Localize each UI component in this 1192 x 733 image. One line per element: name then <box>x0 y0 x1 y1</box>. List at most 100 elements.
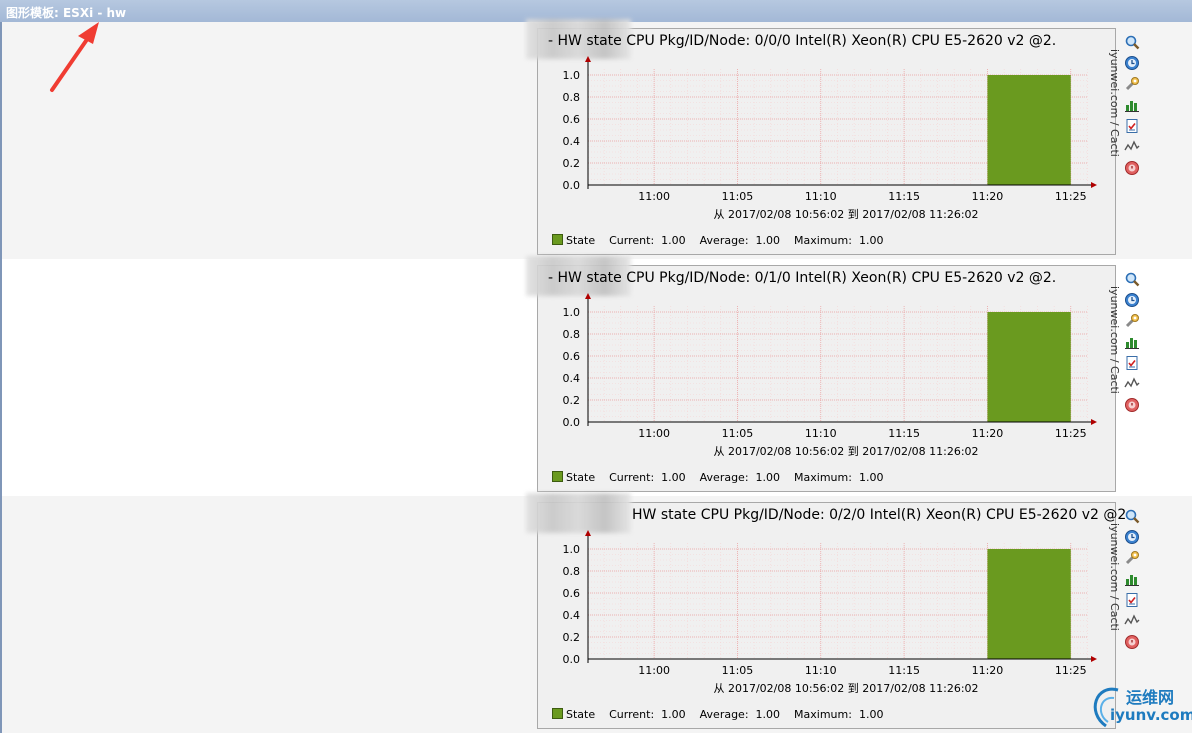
graph-plot: 0.0 0.2 0.4 0.6 0.8 1.0 11:00 11:05 11:10 11:15 11… <box>563 530 1097 695</box>
graph-legend: State Current: 1.00 Average: 1.00 Maximum: … <box>552 234 883 247</box>
legend-name: State <box>566 708 596 721</box>
legend-name: State <box>566 234 596 247</box>
csv-export-icon[interactable] <box>1124 592 1140 608</box>
y-tick-label: 0.6 <box>563 113 581 126</box>
x-tick-label: 11:10 <box>805 190 837 203</box>
graph-actions-1 <box>1124 271 1144 418</box>
x-tick-label: 11:10 <box>805 427 837 440</box>
time-range-label: 从 2017/02/08 10:56:02 到 2017/02/08 11:26… <box>713 208 978 221</box>
properties-icon[interactable] <box>1124 550 1140 566</box>
stats-icon[interactable] <box>1124 334 1140 350</box>
legend-average-label: Average: <box>699 708 749 721</box>
legend-current-label: Current: <box>609 471 655 484</box>
graph-actions-2 <box>1124 508 1144 655</box>
x-tick-label: 11:15 <box>888 664 920 677</box>
legend-average-label: Average: <box>699 234 749 247</box>
legend-current: 1.00 <box>661 708 686 721</box>
delete-icon[interactable] <box>1124 634 1140 650</box>
y-tick-label: 0.0 <box>563 416 581 429</box>
stats-icon[interactable] <box>1124 571 1140 587</box>
graph-panel-1[interactable]: - HW state CPU Pkg/ID/Node: 0/1/0 Intel(… <box>526 256 1121 492</box>
y-tick-label: 0.2 <box>563 157 581 170</box>
x-tick-label: 11:00 <box>638 664 670 677</box>
y-tick-label: 0.2 <box>563 631 581 644</box>
x-tick-label: 11:25 <box>1055 427 1087 440</box>
y-tick-label: 0.4 <box>563 609 581 622</box>
legend-maximum-label: Maximum: <box>794 234 852 247</box>
x-tick-label: 11:05 <box>722 427 754 440</box>
y-tick-label: 1.0 <box>563 306 581 319</box>
graph-panel-2[interactable]: HW state CPU Pkg/ID/Node: 0/2/0 Intel(R)… <box>526 493 1131 729</box>
realtime-icon[interactable] <box>1124 376 1140 392</box>
logo-cn: 运维网 <box>1126 688 1175 707</box>
stats-icon[interactable] <box>1124 97 1140 113</box>
y-tick-label: 0.6 <box>563 587 581 600</box>
x-axis-arrow <box>1091 182 1097 188</box>
time-shift-icon[interactable] <box>1124 292 1140 308</box>
y-tick-label: 0.8 <box>563 565 581 578</box>
properties-icon[interactable] <box>1124 313 1140 329</box>
y-axis-arrow <box>585 530 591 536</box>
legend-maximum-label: Maximum: <box>794 471 852 484</box>
legend-maximum-label: Maximum: <box>794 708 852 721</box>
y-axis-arrow <box>585 293 591 299</box>
x-tick-label: 11:20 <box>972 427 1004 440</box>
site-logo: 运维网 iyunv.com <box>1088 680 1192 730</box>
legend-swatch <box>552 471 563 482</box>
legend-swatch <box>552 708 563 719</box>
legend-current-label: Current: <box>609 708 655 721</box>
properties-icon[interactable] <box>1124 76 1140 92</box>
graph-actions-0 <box>1124 34 1144 181</box>
csv-export-icon[interactable] <box>1124 118 1140 134</box>
time-shift-icon[interactable] <box>1124 55 1140 71</box>
state-area-mark <box>987 549 1071 659</box>
legend-current: 1.00 <box>661 471 686 484</box>
graph-legend: State Current: 1.00 Average: 1.00 Maximum: … <box>552 471 883 484</box>
x-tick-label: 11:05 <box>722 190 754 203</box>
graph-plot: 0.0 0.2 0.4 0.6 0.8 1.0 11:00 11:05 11:10 11:15 11… <box>563 293 1097 458</box>
header-title: 图形模板: ESXi - hw <box>6 6 127 20</box>
csv-export-icon[interactable] <box>1124 355 1140 371</box>
x-tick-label: 11:05 <box>722 664 754 677</box>
y-axis-arrow <box>585 56 591 62</box>
realtime-icon[interactable] <box>1124 139 1140 155</box>
x-axis-arrow <box>1091 656 1097 662</box>
x-tick-label: 11:10 <box>805 664 837 677</box>
legend-maximum: 1.00 <box>858 471 884 484</box>
delete-icon[interactable] <box>1124 160 1140 176</box>
y-tick-label: 0.2 <box>563 394 581 407</box>
y-tick-label: 0.0 <box>563 653 581 666</box>
legend-name: State <box>566 471 596 484</box>
graph-watermark: iyunwei.com / Cacti <box>1108 286 1121 394</box>
legend-average-label: Average: <box>699 471 749 484</box>
y-tick-label: 1.0 <box>563 543 581 556</box>
legend-maximum: 1.00 <box>858 708 884 721</box>
logo-en: iyunv.com <box>1110 706 1192 724</box>
delete-icon[interactable] <box>1124 397 1140 413</box>
time-shift-icon[interactable] <box>1124 529 1140 545</box>
x-tick-label: 11:00 <box>638 427 670 440</box>
graph-legend: State Current: 1.00 Average: 1.00 Maximum: … <box>552 708 883 721</box>
x-tick-label: 11:25 <box>1055 664 1087 677</box>
zoom-icon[interactable] <box>1124 271 1140 287</box>
realtime-icon[interactable] <box>1124 613 1140 629</box>
legend-swatch <box>552 234 563 245</box>
time-range-label: 从 2017/02/08 10:56:02 到 2017/02/08 11:26… <box>713 445 978 458</box>
zoom-icon[interactable] <box>1124 508 1140 524</box>
legend-maximum: 1.00 <box>858 234 884 247</box>
legend-average: 1.00 <box>755 234 781 247</box>
state-area-mark <box>987 75 1071 185</box>
x-tick-label: 11:20 <box>972 664 1004 677</box>
y-tick-label: 0.4 <box>563 372 581 385</box>
x-axis-arrow <box>1091 419 1097 425</box>
graph-plot: 0.0 0.2 0.4 0.6 0.8 1.0 11:00 11:05 11:10 11:15 11… <box>563 56 1097 221</box>
graph-panel-0[interactable]: - HW state CPU Pkg/ID/Node: 0/0/0 Intel(… <box>526 19 1121 255</box>
y-tick-label: 1.0 <box>563 69 581 82</box>
legend-current-label: Current: <box>609 234 655 247</box>
y-tick-label: 0.8 <box>563 91 581 104</box>
zoom-icon[interactable] <box>1124 34 1140 50</box>
x-tick-label: 11:15 <box>888 190 920 203</box>
y-tick-label: 0.4 <box>563 135 581 148</box>
x-tick-label: 11:00 <box>638 190 670 203</box>
y-tick-label: 0.8 <box>563 328 581 341</box>
